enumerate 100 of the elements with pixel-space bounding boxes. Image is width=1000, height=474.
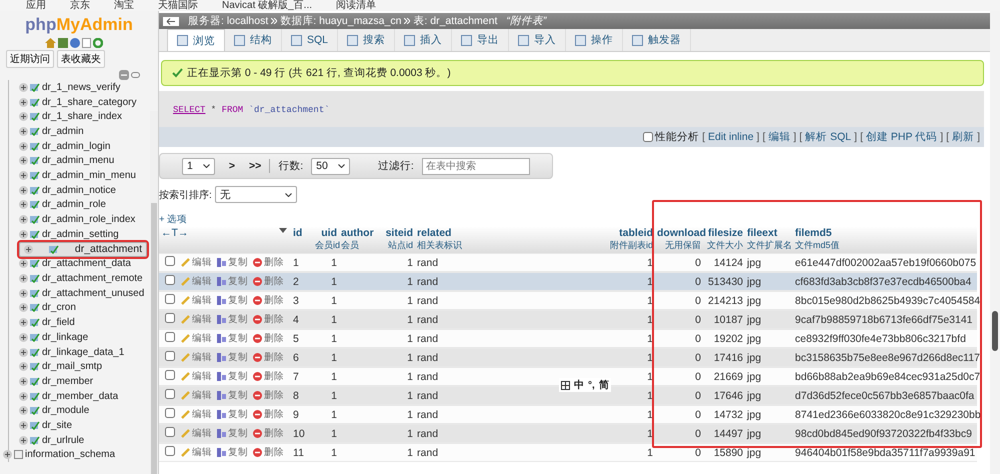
dropdown-caret-icon[interactable]: [279, 228, 288, 233]
page-select[interactable]: 1: [182, 158, 215, 174]
column-header[interactable]: filemd5: [795, 227, 976, 239]
edit-link[interactable]: 编辑: [181, 313, 212, 326]
table-tree-item[interactable]: dr_field: [19, 315, 147, 330]
help-icon[interactable]: [70, 38, 80, 48]
expand-icon[interactable]: [19, 186, 28, 195]
expand-icon[interactable]: [19, 362, 28, 372]
table-tree-item[interactable]: dr_mail_smtp: [19, 359, 147, 374]
copy-link[interactable]: 复制: [217, 256, 248, 269]
edit-link[interactable]: 编辑: [181, 446, 212, 459]
row-checkbox[interactable]: [165, 351, 175, 361]
copy-link[interactable]: 复制: [217, 351, 248, 364]
edit-link[interactable]: 编辑: [181, 275, 212, 288]
expand-icon[interactable]: [19, 156, 28, 166]
bookmark-link[interactable]: 天猫国际: [158, 0, 198, 11]
delete-link[interactable]: 删除: [253, 275, 284, 288]
copy-link[interactable]: 复制: [217, 294, 248, 307]
expand-icon[interactable]: [19, 392, 28, 401]
edit-link[interactable]: 编辑: [181, 332, 212, 345]
tab[interactable]: 导出: [452, 29, 510, 51]
table-tree-item[interactable]: dr_admin_role_index: [19, 212, 147, 227]
caret-icon[interactable]: [338, 164, 345, 168]
tab[interactable]: 导入: [509, 29, 566, 51]
document-icon[interactable]: [82, 38, 91, 48]
table-row[interactable]: [159, 424, 977, 443]
table-tree-item[interactable]: dr_module: [19, 403, 147, 418]
table-row[interactable]: [159, 272, 977, 291]
column-header[interactable]: filesize: [708, 227, 744, 239]
table-tree-item[interactable]: dr_linkage: [19, 330, 147, 345]
rows-select[interactable]: 50: [311, 158, 350, 174]
expand-icon[interactable]: [19, 200, 28, 210]
expand-icon[interactable]: [19, 332, 28, 342]
delete-link[interactable]: 删除: [253, 256, 284, 269]
phpmyadmin-logo[interactable]: phpMyAdmin: [24, 15, 134, 35]
table-tree-item[interactable]: dr_attachment_data: [19, 256, 147, 272]
scrollbar-thumb[interactable]: [992, 311, 998, 351]
copy-link[interactable]: 复制: [217, 275, 248, 288]
edit-link[interactable]: 编辑: [181, 294, 212, 307]
tab[interactable]: 插入: [395, 29, 452, 51]
column-header[interactable]: fileext: [747, 227, 792, 239]
expand-icon[interactable]: [19, 230, 28, 239]
expand-icon[interactable]: [3, 450, 12, 460]
delete-link[interactable]: 删除: [253, 294, 284, 307]
column-header[interactable]: uid: [321, 227, 338, 239]
next-page-button[interactable]: >: [228, 160, 235, 172]
table-row[interactable]: [159, 253, 977, 272]
expand-icon[interactable]: [19, 318, 28, 328]
expand-icon[interactable]: [19, 420, 28, 430]
column-header[interactable]: tableid: [619, 227, 654, 239]
expand-icon[interactable]: [19, 259, 28, 268]
last-page-button[interactable]: >>: [248, 160, 262, 172]
edit-link[interactable]: 编辑: [181, 351, 212, 364]
expand-icon[interactable]: [19, 142, 28, 151]
delete-link[interactable]: 删除: [253, 446, 284, 459]
server-breadcrumb[interactable]: 服务器: localhost: [188, 14, 268, 28]
filter-field[interactable]: 在表中搜索: [422, 158, 530, 174]
row-checkbox[interactable]: [165, 332, 175, 342]
delete-link[interactable]: 删除: [253, 408, 284, 421]
ime-mode-button[interactable]: 简: [598, 378, 609, 392]
tab[interactable]: 搜索: [338, 29, 396, 51]
table-row[interactable]: [159, 329, 977, 348]
copy-link[interactable]: 复制: [217, 332, 248, 345]
delete-link[interactable]: 删除: [253, 313, 284, 326]
table-tree-item[interactable]: dr_admin: [19, 124, 147, 139]
expand-icon[interactable]: [24, 244, 33, 254]
row-checkbox[interactable]: [165, 389, 175, 399]
table-row[interactable]: [159, 443, 977, 462]
row-checkbox[interactable]: [165, 370, 175, 380]
tab[interactable]: 操作: [566, 29, 624, 51]
column-resize-handle[interactable]: ←T→: [161, 227, 188, 239]
table-tree-item[interactable]: dr_site: [19, 418, 147, 433]
sort-select[interactable]: 无: [214, 186, 297, 203]
table-tree-item[interactable]: dr_admin_notice: [19, 182, 147, 198]
row-checkbox[interactable]: [165, 256, 175, 266]
edit-link[interactable]: 编辑: [181, 427, 212, 440]
ime-mode-button[interactable]: °,: [588, 380, 595, 390]
edit-link[interactable]: 编辑: [181, 389, 212, 402]
delete-link[interactable]: 删除: [253, 427, 284, 440]
table-tree-item[interactable]: dr_member: [19, 374, 147, 389]
tab[interactable]: SQL: [282, 29, 338, 51]
expand-icon[interactable]: [19, 436, 28, 445]
expand-icon[interactable]: [19, 170, 28, 180]
row-checkbox[interactable]: [165, 446, 175, 456]
table-tree-item[interactable]: dr_1_news_verify: [19, 80, 147, 95]
table-row[interactable]: [159, 310, 977, 329]
table-tree-item[interactable]: dr_urlrule: [19, 432, 147, 448]
expand-icon[interactable]: [19, 303, 28, 312]
expand-icon[interactable]: [19, 215, 28, 224]
edit-link[interactable]: 编辑: [181, 408, 212, 421]
collapse-all-icon[interactable]: [119, 70, 129, 80]
delete-link[interactable]: 删除: [253, 370, 284, 383]
expand-icon[interactable]: [19, 112, 28, 122]
table-tree-item[interactable]: dr_attachment_remote: [19, 271, 147, 286]
copy-link[interactable]: 复制: [217, 370, 248, 383]
expand-icon[interactable]: [19, 98, 28, 107]
table-breadcrumb[interactable]: 表: dr_attachment: [413, 14, 498, 28]
edit-link[interactable]: 编辑: [181, 370, 212, 383]
copy-link[interactable]: 复制: [217, 446, 248, 459]
database-tree-item[interactable]: information_schema: [3, 448, 131, 462]
